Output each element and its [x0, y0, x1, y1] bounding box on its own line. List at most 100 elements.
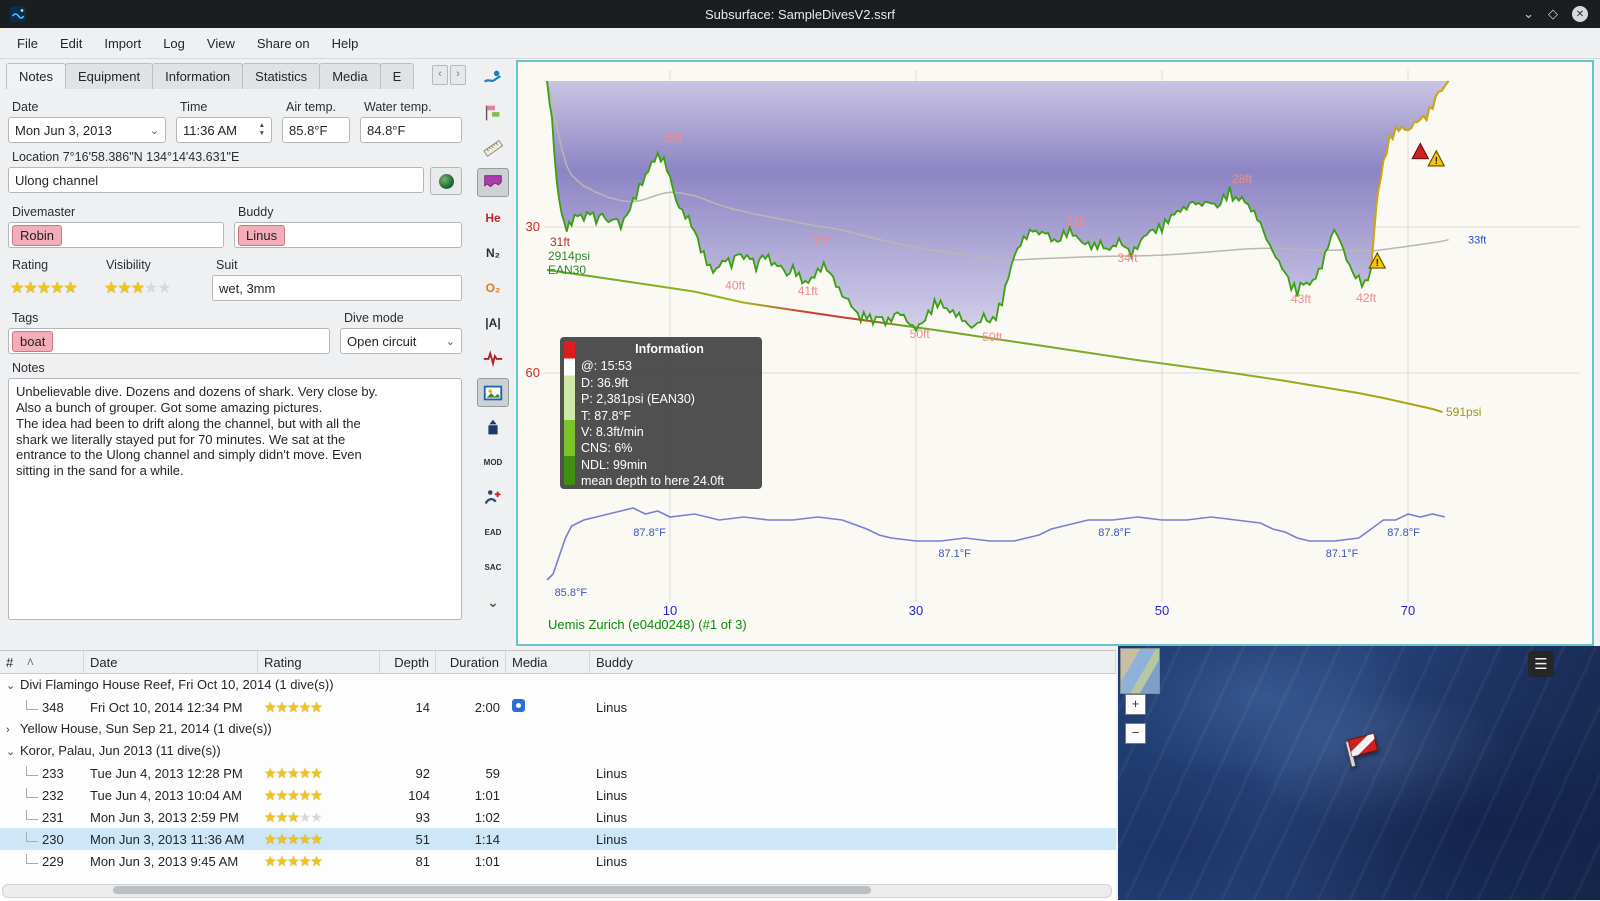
- menu-item-edit[interactable]: Edit: [49, 32, 93, 55]
- dive-row[interactable]: 231Mon Jun 3, 2013 2:59 PM★★★★★931:02Lin…: [0, 806, 1116, 828]
- dive-date: Tue Jun 4, 2013 12:28 PM: [84, 766, 258, 781]
- oxygen-icon[interactable]: O₂: [477, 273, 509, 302]
- menu-item-log[interactable]: Log: [152, 32, 196, 55]
- tab-scroll-right-button[interactable]: ›: [450, 65, 466, 85]
- globe-button[interactable]: [430, 167, 462, 195]
- tags-field[interactable]: boat: [8, 328, 330, 354]
- scroll-down-icon[interactable]: ⌄: [477, 588, 509, 617]
- heart-rate-icon[interactable]: [477, 343, 509, 372]
- tag-chip[interactable]: boat: [12, 331, 53, 352]
- tab-information[interactable]: Information: [152, 63, 243, 89]
- map-overview-thumbnail[interactable]: [1120, 648, 1160, 694]
- tab-statistics[interactable]: Statistics: [242, 63, 320, 89]
- svg-text:30: 30: [909, 603, 923, 618]
- menu-item-help[interactable]: Help: [321, 32, 370, 55]
- map-zoom-out-button[interactable]: −: [1125, 723, 1146, 744]
- star-filled-icon[interactable]: ★: [50, 278, 63, 298]
- dive-flag-marker[interactable]: [1340, 732, 1384, 771]
- dive-row[interactable]: 348Fri Oct 10, 2014 12:34 PM★★★★★142:00L…: [0, 696, 1116, 718]
- tab-scroll-left-button[interactable]: ‹: [432, 65, 448, 85]
- buddy-field[interactable]: Linus: [234, 222, 462, 248]
- buddy-chip[interactable]: Linus: [238, 225, 285, 246]
- dive-row[interactable]: 232Tue Jun 4, 2013 10:04 AM★★★★★1041:01L…: [0, 784, 1116, 806]
- dive-row[interactable]: 229Mon Jun 3, 2013 9:45 AM★★★★★811:01Lin…: [0, 850, 1116, 872]
- star-filled-icon[interactable]: ★: [10, 278, 23, 298]
- minimize-button[interactable]: ⌄: [1523, 6, 1534, 22]
- scrollbar-thumb[interactable]: [113, 886, 871, 894]
- trip-row[interactable]: ⌄Koror, Palau, Jun 2013 (11 dive(s)): [0, 740, 1116, 762]
- air-temp-field[interactable]: 85.8°F: [282, 117, 350, 143]
- ruler-icon[interactable]: [477, 133, 509, 162]
- map-zoom-in-button[interactable]: +: [1125, 694, 1146, 715]
- star-filled-icon: ★: [276, 809, 288, 825]
- ead-icon[interactable]: EAD: [477, 518, 509, 547]
- divemaster-field[interactable]: Robin: [8, 222, 224, 248]
- star-filled-icon: ★: [264, 787, 276, 803]
- star-filled-icon[interactable]: ★: [131, 278, 144, 298]
- collapse-icon[interactable]: ⌄: [6, 675, 20, 697]
- column-header-date[interactable]: Date: [84, 651, 258, 673]
- tab-equipment[interactable]: Equipment: [65, 63, 153, 89]
- tab-notes[interactable]: Notes: [6, 63, 66, 89]
- mod-icon[interactable]: MOD: [477, 448, 509, 477]
- dive-mode-select[interactable]: Open circuit ⌄: [340, 328, 462, 354]
- tab-e[interactable]: E: [380, 63, 415, 89]
- star-filled-icon[interactable]: ★: [37, 278, 50, 298]
- star-empty-icon[interactable]: ★: [144, 278, 157, 298]
- visibility-stars[interactable]: ★★★★★: [104, 275, 202, 301]
- sort-ascending-icon: ᐱ: [27, 657, 33, 668]
- dive-row[interactable]: 230Mon Jun 3, 2013 11:36 AM★★★★★511:14Li…: [0, 828, 1116, 850]
- column-header-num[interactable]: #ᐱ: [0, 651, 84, 673]
- star-empty-icon[interactable]: ★: [157, 278, 170, 298]
- dc-ceiling-icon[interactable]: [477, 168, 509, 197]
- star-filled-icon[interactable]: ★: [104, 278, 117, 298]
- dive-profile-panel[interactable]: 10305070306015ft28ft35ft40ft41ft50ft50ft…: [516, 60, 1594, 646]
- swimmer-icon[interactable]: [477, 63, 509, 92]
- diver-plus-icon[interactable]: [477, 483, 509, 512]
- date-combobox[interactable]: Mon Jun 3, 2013 ⌄: [8, 117, 166, 143]
- maximize-button[interactable]: ◇: [1548, 6, 1558, 22]
- star-filled-icon[interactable]: ★: [63, 278, 76, 298]
- column-header-depth[interactable]: Depth: [380, 651, 436, 673]
- column-header-media[interactable]: Media: [506, 651, 590, 673]
- horizontal-scrollbar[interactable]: [2, 884, 1112, 898]
- tissues-icon[interactable]: |A|: [477, 308, 509, 337]
- gas-flags-icon[interactable]: [477, 98, 509, 127]
- divemaster-chip[interactable]: Robin: [12, 225, 62, 246]
- notes-textarea[interactable]: Unbelievable dive. Dozens and dozens of …: [8, 378, 462, 620]
- calc-ceiling-icon[interactable]: [477, 413, 509, 442]
- rating-stars[interactable]: ★★★★★: [10, 275, 92, 301]
- profile-tooltip[interactable]: Information @: 15:53D: 36.9ftP: 2,381psi…: [560, 337, 762, 489]
- titlebar[interactable]: Subsurface: SampleDivesV2.ssrf ⌄ ◇ ✕: [0, 0, 1600, 28]
- expand-icon[interactable]: ›: [6, 719, 20, 741]
- suit-field[interactable]: wet, 3mm: [212, 275, 462, 301]
- sac-icon[interactable]: SAC: [477, 553, 509, 582]
- column-header-rating[interactable]: Rating: [258, 651, 380, 673]
- map-panel[interactable]: ☰ + −: [1118, 646, 1600, 900]
- close-button[interactable]: ✕: [1572, 6, 1588, 22]
- menu-item-file[interactable]: File: [6, 32, 49, 55]
- time-spinbox[interactable]: 11:36 AM ▲▼: [176, 117, 272, 143]
- spinner-arrows-icon[interactable]: ▲▼: [259, 123, 265, 137]
- star-filled-icon[interactable]: ★: [117, 278, 130, 298]
- photos-icon[interactable]: [477, 378, 509, 407]
- map-menu-button[interactable]: ☰: [1528, 651, 1554, 677]
- star-filled-icon[interactable]: ★: [23, 278, 36, 298]
- water-temp-field[interactable]: 84.8°F: [360, 117, 462, 143]
- dive-depth: 14: [380, 700, 436, 715]
- collapse-icon[interactable]: ⌄: [6, 741, 20, 763]
- trip-row[interactable]: ⌄Divi Flamingo House Reef, Fri Oct 10, 2…: [0, 674, 1116, 696]
- tab-media[interactable]: Media: [319, 63, 380, 89]
- heliox-icon[interactable]: He: [477, 203, 509, 232]
- menu-item-import[interactable]: Import: [93, 32, 152, 55]
- column-header-buddy[interactable]: Buddy: [590, 651, 1116, 673]
- location-field[interactable]: Ulong channel: [8, 167, 424, 193]
- column-header-duration[interactable]: Duration: [436, 651, 506, 673]
- nitrogen-icon[interactable]: N₂: [477, 238, 509, 267]
- media-icon[interactable]: [512, 699, 525, 712]
- dive-rating: ★★★★★: [258, 787, 380, 804]
- trip-row[interactable]: ›Yellow House, Sun Sep 21, 2014 (1 dive(…: [0, 718, 1116, 740]
- menu-item-share-on[interactable]: Share on: [246, 32, 321, 55]
- dive-row[interactable]: 233Tue Jun 4, 2013 12:28 PM★★★★★9259Linu…: [0, 762, 1116, 784]
- menu-item-view[interactable]: View: [196, 32, 246, 55]
